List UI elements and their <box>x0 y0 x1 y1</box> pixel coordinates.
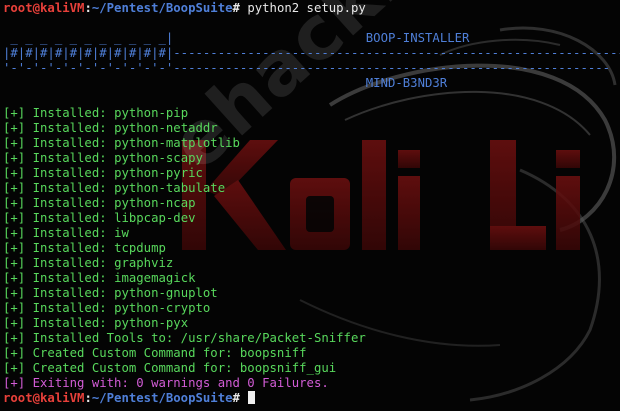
terminal-window[interactable]: ehacking.net root@kaliVM:~/Pentest/BoopS… <box>0 0 620 411</box>
installed-line: [+] Installed: tcpdump <box>3 241 166 255</box>
package-name: python-ncap <box>114 196 196 210</box>
package-name: python-scapy <box>114 151 203 165</box>
installed-line: [+] Installed: python-crypto <box>3 301 211 315</box>
package-name: python-pyric <box>114 166 203 180</box>
prompt-path: ~/Pentest/BoopSuite <box>91 391 233 405</box>
installed-line: [+] Installed: python-pip <box>3 106 189 120</box>
installed-line: [+] Installed: python-tabulate <box>3 181 226 195</box>
prompt-line-bottom[interactable]: root@kaliVM:~/Pentest/BoopSuite# <box>3 391 620 406</box>
prompt-user-host: root@kaliVM <box>3 1 85 15</box>
package-name: imagemagick <box>114 271 196 285</box>
prompt-line-top: root@kaliVM:~/Pentest/BoopSuite# python2… <box>3 1 366 15</box>
command-text: python2 setup.py <box>247 1 366 15</box>
exit-status-line: [+] Exiting with: 0 warnings and 0 Failu… <box>3 376 329 390</box>
package-name: python-crypto <box>114 301 211 315</box>
package-name: libpcap-dev <box>114 211 196 225</box>
banner-author: MIND-B3ND3R <box>365 76 448 90</box>
package-name: python-tabulate <box>114 181 226 195</box>
prompt-user-host: root@kaliVM <box>3 391 85 405</box>
installed-line: [+] Installed: python-netaddr <box>3 121 218 135</box>
banner-line-2: |#|#|#|#|#|#|#|#|#|#|#|-----------------… <box>3 46 620 60</box>
package-name: python-netaddr <box>114 121 218 135</box>
terminal-output: root@kaliVM:~/Pentest/BoopSuite# python2… <box>3 1 620 406</box>
package-name: tcpdump <box>114 241 166 255</box>
package-name: python-matplotlib <box>114 136 240 150</box>
installed-list: [+] Installed: python-pip [+] Installed: … <box>3 106 620 331</box>
package-name: graphviz <box>114 256 174 270</box>
package-name: python-pyx <box>114 316 189 330</box>
installed-line: [+] Installed: python-matplotlib <box>3 136 240 150</box>
installed-line: [+] Installed: libpcap-dev <box>3 211 196 225</box>
installed-line: [+] Installed: python-gnuplot <box>3 286 218 300</box>
package-name: python-gnuplot <box>114 286 218 300</box>
custom-command-line: [+] Created Custom Command for: boopsnif… <box>3 346 307 360</box>
installed-line: [+] Installed: imagemagick <box>3 271 196 285</box>
text-cursor[interactable] <box>248 391 256 404</box>
custom-command-line: [+] Created Custom Command for: boopsnif… <box>3 361 337 375</box>
tools-installed-line: [+] Installed Tools to: /usr/share/Packe… <box>3 331 366 345</box>
installed-line: [+] Installed: python-pyx <box>3 316 189 330</box>
prompt-path: ~/Pentest/BoopSuite <box>91 1 233 15</box>
installed-line: [+] Installed: iw <box>3 226 129 240</box>
installed-line: [+] Installed: python-ncap <box>3 196 196 210</box>
installed-line: [+] Installed: python-scapy <box>3 151 203 165</box>
banner-author-line: MIND-B3ND3R <box>3 76 620 91</box>
package-name: python-pip <box>114 106 189 120</box>
installed-line: [+] Installed: python-pyric <box>3 166 203 180</box>
package-name: iw <box>114 226 129 240</box>
installed-line: [+] Installed: graphviz <box>3 256 174 270</box>
banner-title: BOOP-INSTALLER <box>365 31 470 45</box>
banner-line-1: _ _ _ _ _ _ _ _ _ _ _| BOOP-INSTALLER <box>3 31 470 45</box>
banner-line-3: '-'-'-'-'-'-'-'-'-'-'-'-----------------… <box>3 61 611 75</box>
